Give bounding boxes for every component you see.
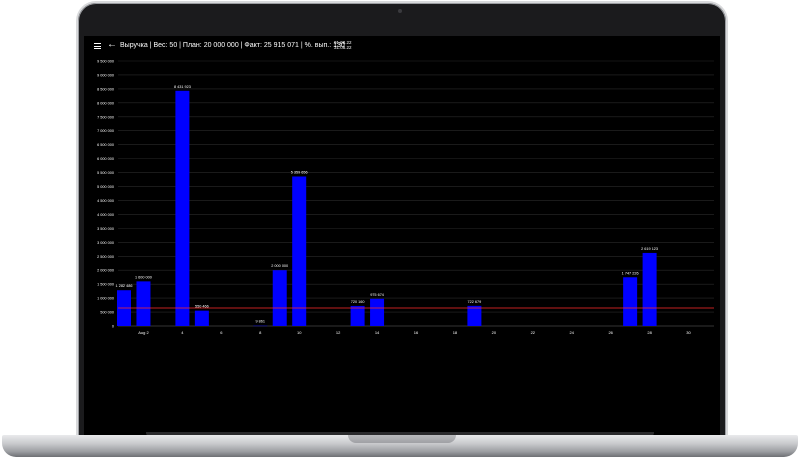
bar-value-label: 2 000 000 bbox=[271, 264, 288, 268]
bar bbox=[350, 305, 365, 326]
bar bbox=[136, 281, 151, 326]
x-tick-label: 18 bbox=[453, 330, 458, 335]
x-tick-label: 30 bbox=[686, 330, 691, 335]
x-tick-label: 10 bbox=[297, 330, 302, 335]
y-tick-label: 6 500 000 bbox=[97, 143, 114, 147]
y-tick-label: 9 000 000 bbox=[97, 73, 114, 77]
x-tick-label: 12 bbox=[336, 330, 341, 335]
y-tick-label: 1 500 000 bbox=[97, 283, 114, 287]
y-tick-label: 7 000 000 bbox=[97, 129, 114, 133]
y-tick-label: 4 500 000 bbox=[97, 199, 114, 203]
bar-value-label: 720 160 bbox=[351, 300, 365, 304]
bar-value-label: 1 747 226 bbox=[622, 271, 639, 275]
bar bbox=[642, 252, 657, 326]
bar-value-label: 1 282 486 bbox=[116, 284, 133, 288]
x-tick-label: 6 bbox=[220, 330, 223, 335]
bar bbox=[194, 310, 209, 326]
x-tick-label: 20 bbox=[492, 330, 497, 335]
y-tick-label: 4 000 000 bbox=[97, 213, 114, 217]
bar bbox=[623, 277, 638, 326]
laptop-frame: ← Выручка | Вес: 50 | План: 20 000 000 |… bbox=[78, 3, 726, 441]
y-tick-label: 0 bbox=[112, 325, 114, 329]
bar-value-label: 8 431 923 bbox=[174, 85, 191, 89]
y-tick-label: 7 500 000 bbox=[97, 115, 114, 119]
laptop-base bbox=[2, 435, 798, 457]
bar-value-label: 5 359 656 bbox=[291, 170, 308, 174]
x-tick-label: 22 bbox=[531, 330, 536, 335]
bar-value-label: 2 619 123 bbox=[641, 247, 658, 251]
bar-value-label: 975 674 bbox=[370, 293, 384, 297]
revenue-bar-chart: 0 500 000 1 000 000 1 500 000 2 000 000 2 500… bbox=[97, 60, 714, 335]
x-tick-label: Aug 2 bbox=[138, 330, 149, 335]
y-tick-label: 500 000 bbox=[100, 311, 114, 315]
y-tick-label: 1 000 000 bbox=[97, 297, 114, 301]
bar-value-label: 9 861 bbox=[256, 320, 266, 324]
y-tick-label: 8 500 000 bbox=[97, 87, 114, 91]
x-tick-label: 4 bbox=[181, 330, 184, 335]
y-tick-label: 8 000 000 bbox=[97, 101, 114, 105]
y-tick-label: 3 000 000 bbox=[97, 241, 114, 245]
y-tick-label: 5 000 000 bbox=[97, 185, 114, 189]
x-tick-label: 26 bbox=[608, 330, 613, 335]
bar bbox=[272, 270, 287, 326]
y-tick-label: 9 500 000 bbox=[97, 60, 114, 64]
laptop-notch bbox=[348, 435, 456, 443]
x-tick-label: 28 bbox=[647, 330, 652, 335]
bar-value-label: 1 600 000 bbox=[135, 275, 152, 279]
bar-value-label: 722 679 bbox=[468, 300, 482, 304]
y-tick-label: 6 000 000 bbox=[97, 157, 114, 161]
bar bbox=[467, 305, 482, 326]
app-screen: ← Выручка | Вес: 50 | План: 20 000 000 |… bbox=[84, 36, 720, 436]
y-tick-label: 2 500 000 bbox=[97, 255, 114, 259]
bar bbox=[175, 90, 190, 326]
x-tick-label: 8 bbox=[259, 330, 262, 335]
x-tick-label: 14 bbox=[375, 330, 380, 335]
bar bbox=[370, 298, 385, 326]
x-tick-label: 16 bbox=[414, 330, 419, 335]
bar bbox=[292, 176, 307, 326]
y-tick-label: 3 500 000 bbox=[97, 227, 114, 231]
x-tick-label: 24 bbox=[570, 330, 575, 335]
camera-icon bbox=[398, 9, 402, 13]
y-tick-label: 2 000 000 bbox=[97, 269, 114, 273]
y-tick-label: 5 500 000 bbox=[97, 171, 114, 175]
